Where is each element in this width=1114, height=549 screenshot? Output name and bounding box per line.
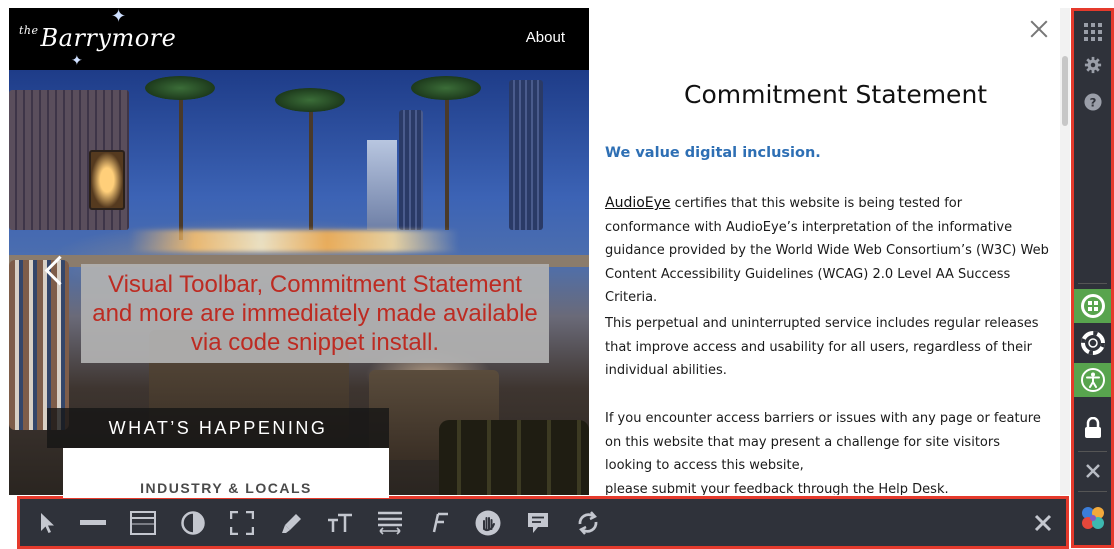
close-icon[interactable] — [1028, 508, 1058, 538]
whats-happening-banner: WHAT’S HAPPENING — [47, 408, 389, 448]
font-icon[interactable] — [425, 508, 455, 538]
close-panel-button[interactable] — [1028, 18, 1050, 40]
audioeye-link[interactable]: AudioEye — [605, 195, 671, 211]
accessibility-icon[interactable] — [1074, 363, 1111, 397]
overlay-line: Visual Toolbar, Commitment Statement — [108, 271, 522, 298]
apps-grid-icon[interactable] — [1074, 15, 1111, 49]
close-icon[interactable] — [1074, 454, 1111, 488]
card-heading: INDUSTRY & LOCALS — [140, 480, 312, 496]
logo-prefix: the — [19, 24, 39, 37]
annotation-overlay: Visual Toolbar, Commitment Statement and… — [81, 264, 549, 363]
panel-title: Commitment Statement — [684, 80, 988, 109]
cursor-icon[interactable] — [32, 508, 62, 538]
carousel-prev-icon[interactable] — [43, 252, 65, 292]
event-card[interactable]: INDUSTRY & LOCALS — [63, 448, 389, 498]
page-mask-icon[interactable] — [128, 508, 158, 538]
highlighter-icon[interactable] — [277, 508, 307, 538]
brand-logo-icon[interactable] — [1074, 501, 1111, 535]
help-icon[interactable]: ? — [1074, 85, 1111, 119]
alt-text-icon[interactable] — [523, 508, 553, 538]
reading-line-icon[interactable] — [78, 508, 108, 538]
overlay-line: via code snippet install. — [190, 329, 440, 356]
panel-subtitle: We value digital inclusion. — [605, 145, 821, 161]
reset-icon[interactable] — [573, 508, 603, 538]
paragraph-text: certifies that this website is being tes… — [605, 196, 1049, 305]
stop-animation-icon[interactable] — [473, 508, 503, 538]
gear-icon[interactable] — [1074, 48, 1111, 82]
toolbar-toggle-icon[interactable] — [1074, 289, 1111, 323]
sparkle-icon: ✦ — [71, 52, 83, 68]
panel-paragraph: please submit your feedback through the … — [605, 482, 949, 495]
panel-scrollbar[interactable] — [1060, 8, 1070, 495]
text-size-icon[interactable] — [325, 508, 355, 538]
overlay-line: and more are immediately made available — [92, 300, 538, 327]
panel-paragraph: This perpetual and uninterrupted service… — [605, 316, 1039, 378]
vertical-toolbar: ? — [1071, 8, 1114, 548]
sparkle-icon: ✦ — [111, 8, 127, 26]
panel-paragraph: If you encounter access barriers or issu… — [605, 411, 1041, 473]
logo-text: Barrymore — [40, 24, 177, 52]
line-spacing-icon[interactable] — [375, 508, 405, 538]
bottom-toolbar — [17, 496, 1069, 549]
scrollbar-thumb[interactable] — [1062, 56, 1068, 126]
svg-text:?: ? — [1089, 96, 1096, 110]
lock-icon[interactable] — [1074, 411, 1111, 445]
panel-paragraph: AudioEye certifies that this website is … — [605, 192, 1050, 310]
nav-about-link[interactable]: About — [526, 29, 565, 46]
contrast-icon[interactable] — [178, 508, 208, 538]
site-logo[interactable]: theBarrymore — [19, 24, 176, 52]
zoom-fit-icon[interactable] — [227, 508, 257, 538]
help-desk-lifebuoy-icon[interactable] — [1074, 326, 1111, 360]
whats-happening-label: WHAT’S HAPPENING — [108, 417, 328, 438]
site-header: theBarrymore ✦ ✦ About — [9, 8, 589, 70]
